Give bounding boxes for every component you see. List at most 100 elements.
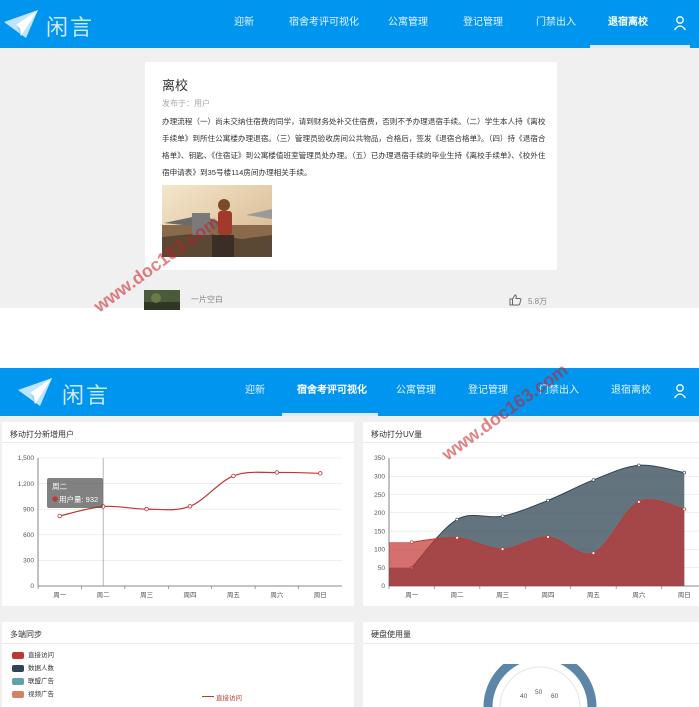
data-point[interactable] xyxy=(274,470,280,475)
like-count: 5.8万 xyxy=(528,297,548,306)
disk-usage-gauge: 40 50 60 xyxy=(483,664,597,707)
panel-divider xyxy=(2,643,354,644)
legend-label: 视频广告 xyxy=(28,691,54,698)
dashboard-header: 闲言 迎新 宿舍考评可视化 公寓管理 登记管理 门禁出入 退宿离校 xyxy=(0,368,699,416)
x-tick-label: 周日 xyxy=(678,591,691,599)
article-body: 办理流程（一）尚未交纳住宿费的同学，请到财务处补交住宿费，否则不予办理退宿手续。… xyxy=(162,117,546,177)
data-point[interactable] xyxy=(231,473,236,479)
multi-sync-panel xyxy=(2,622,354,707)
x-tick-label: 周一 xyxy=(53,591,67,599)
x-tick-label: 周三 xyxy=(140,591,154,599)
paper-plane-logo-icon xyxy=(4,10,38,38)
paper-plane-logo-icon xyxy=(18,378,52,406)
y-tick-label: 350 xyxy=(374,455,385,462)
y-tick-label: 100 xyxy=(374,547,385,554)
pie-label: 直接访问 xyxy=(216,695,242,702)
y-tick-label: 250 xyxy=(374,492,385,499)
data-point[interactable] xyxy=(318,471,323,476)
nav-registration[interactable]: 登记管理 xyxy=(463,0,503,46)
x-tick-label: 周六 xyxy=(632,590,646,599)
pie-label-line xyxy=(202,696,214,697)
data-point[interactable] xyxy=(682,507,686,511)
gauge-tick: 40 xyxy=(520,693,528,700)
data-point[interactable] xyxy=(500,514,505,518)
data-point[interactable] xyxy=(57,513,62,519)
legend-label: 直接访问 xyxy=(28,652,54,659)
x-tick-label: 周二 xyxy=(97,591,111,599)
nav-welcome[interactable]: 迎新 xyxy=(234,0,254,46)
x-tick-label: 周四 xyxy=(184,591,197,599)
data-point[interactable] xyxy=(500,547,505,551)
nav-checkout[interactable]: 退宿离校 xyxy=(611,368,651,414)
legend-swatch xyxy=(12,691,24,698)
data-point[interactable] xyxy=(187,504,193,509)
x-tick-label: 周五 xyxy=(587,591,601,599)
data-point[interactable] xyxy=(546,535,550,539)
panel-divider xyxy=(2,442,354,443)
new-users-line-chart[interactable]: 03006009001,2001,500周一 周二 周三 周四 周五 周六 周日周二用户量:… xyxy=(2,444,354,606)
data-point[interactable] xyxy=(410,540,414,544)
user-icon[interactable] xyxy=(673,383,687,399)
thumbs-up-icon[interactable] xyxy=(509,294,522,306)
nav-welcome[interactable]: 迎新 xyxy=(245,368,265,414)
y-tick-label: 50 xyxy=(378,565,386,572)
y-tick-label: 900 xyxy=(23,506,34,513)
legend-swatch xyxy=(12,678,24,685)
data-point[interactable] xyxy=(455,517,459,522)
x-tick-label: 周四 xyxy=(542,591,555,599)
y-tick-label: 300 xyxy=(23,558,34,565)
x-tick-label: 周五 xyxy=(227,591,241,599)
tooltip-value: 用户量: 932 xyxy=(59,494,98,504)
legend-label: 数据人数 xyxy=(28,665,54,672)
data-point[interactable] xyxy=(591,551,596,555)
nav-access-control[interactable]: 门禁出入 xyxy=(536,0,576,46)
nav-apartment-management[interactable]: 公寓管理 xyxy=(396,368,436,414)
legend-label: 联盟广告 xyxy=(28,678,54,685)
x-tick-label: 周一 xyxy=(405,591,419,599)
legend-swatch xyxy=(12,665,24,672)
brand-name: 闲言 xyxy=(62,384,111,409)
y-tick-label: 0 xyxy=(30,583,34,590)
y-tick-label: 300 xyxy=(374,473,385,480)
feed-thumbnail[interactable] xyxy=(144,290,180,310)
uv-panel-title: 移动打分UV量 xyxy=(371,430,423,439)
y-tick-label: 1,200 xyxy=(18,481,35,488)
nav-dorm-visualization[interactable]: 宿舍考评可视化 xyxy=(297,368,367,414)
article-meta: 发布于：用户 xyxy=(162,99,210,108)
gauge-tick: 60 xyxy=(551,693,559,700)
y-tick-label: 600 xyxy=(23,532,34,539)
data-point[interactable] xyxy=(455,536,459,540)
y-tick-label: 0 xyxy=(381,583,385,590)
data-point[interactable] xyxy=(682,470,686,475)
uv-area-chart[interactable]: 0 50 100 150 200 250 300 350 周一 周二 周三 周四 周五 周六 周日 xyxy=(363,444,699,606)
data-point[interactable] xyxy=(637,463,641,468)
user-icon[interactable] xyxy=(673,15,687,31)
feed-item-label[interactable]: 一片空白 xyxy=(191,294,223,305)
section-gap xyxy=(0,310,699,368)
panel-divider xyxy=(363,643,699,644)
nav-dorm-visualization[interactable]: 宿舍考评可视化 xyxy=(289,0,359,46)
tooltip-marker xyxy=(52,496,58,502)
data-point[interactable] xyxy=(637,500,641,504)
top-header: 闲言 迎新 宿舍考评可视化 公寓管理 登记管理 门禁出入 退宿离校 xyxy=(0,0,699,48)
data-point[interactable] xyxy=(591,478,596,482)
legend-swatch xyxy=(12,652,24,659)
y-tick-label: 1,500 xyxy=(18,455,35,462)
panel-divider xyxy=(363,442,699,443)
data-point[interactable] xyxy=(546,498,550,503)
new-users-panel-title: 移动打分新增用户 xyxy=(10,430,74,439)
y-tick-label: 200 xyxy=(374,510,385,517)
gauge-tick: 50 xyxy=(535,689,543,696)
nav-apartment-management[interactable]: 公寓管理 xyxy=(388,0,428,46)
article-title: 离校 xyxy=(162,78,189,93)
disk-usage-panel-title: 硬盘使用量 xyxy=(371,630,411,639)
nav-checkout[interactable]: 退宿离校 xyxy=(608,0,648,46)
x-tick-label: 周六 xyxy=(270,590,284,599)
x-tick-label: 周三 xyxy=(496,591,510,599)
brand-name: 闲言 xyxy=(46,16,95,41)
y-tick-label: 150 xyxy=(374,528,385,535)
x-tick-label: 周二 xyxy=(451,591,465,599)
x-tick-label: 周日 xyxy=(314,591,327,599)
data-point[interactable] xyxy=(144,506,149,512)
multi-sync-panel-title: 多端同步 xyxy=(10,630,42,639)
